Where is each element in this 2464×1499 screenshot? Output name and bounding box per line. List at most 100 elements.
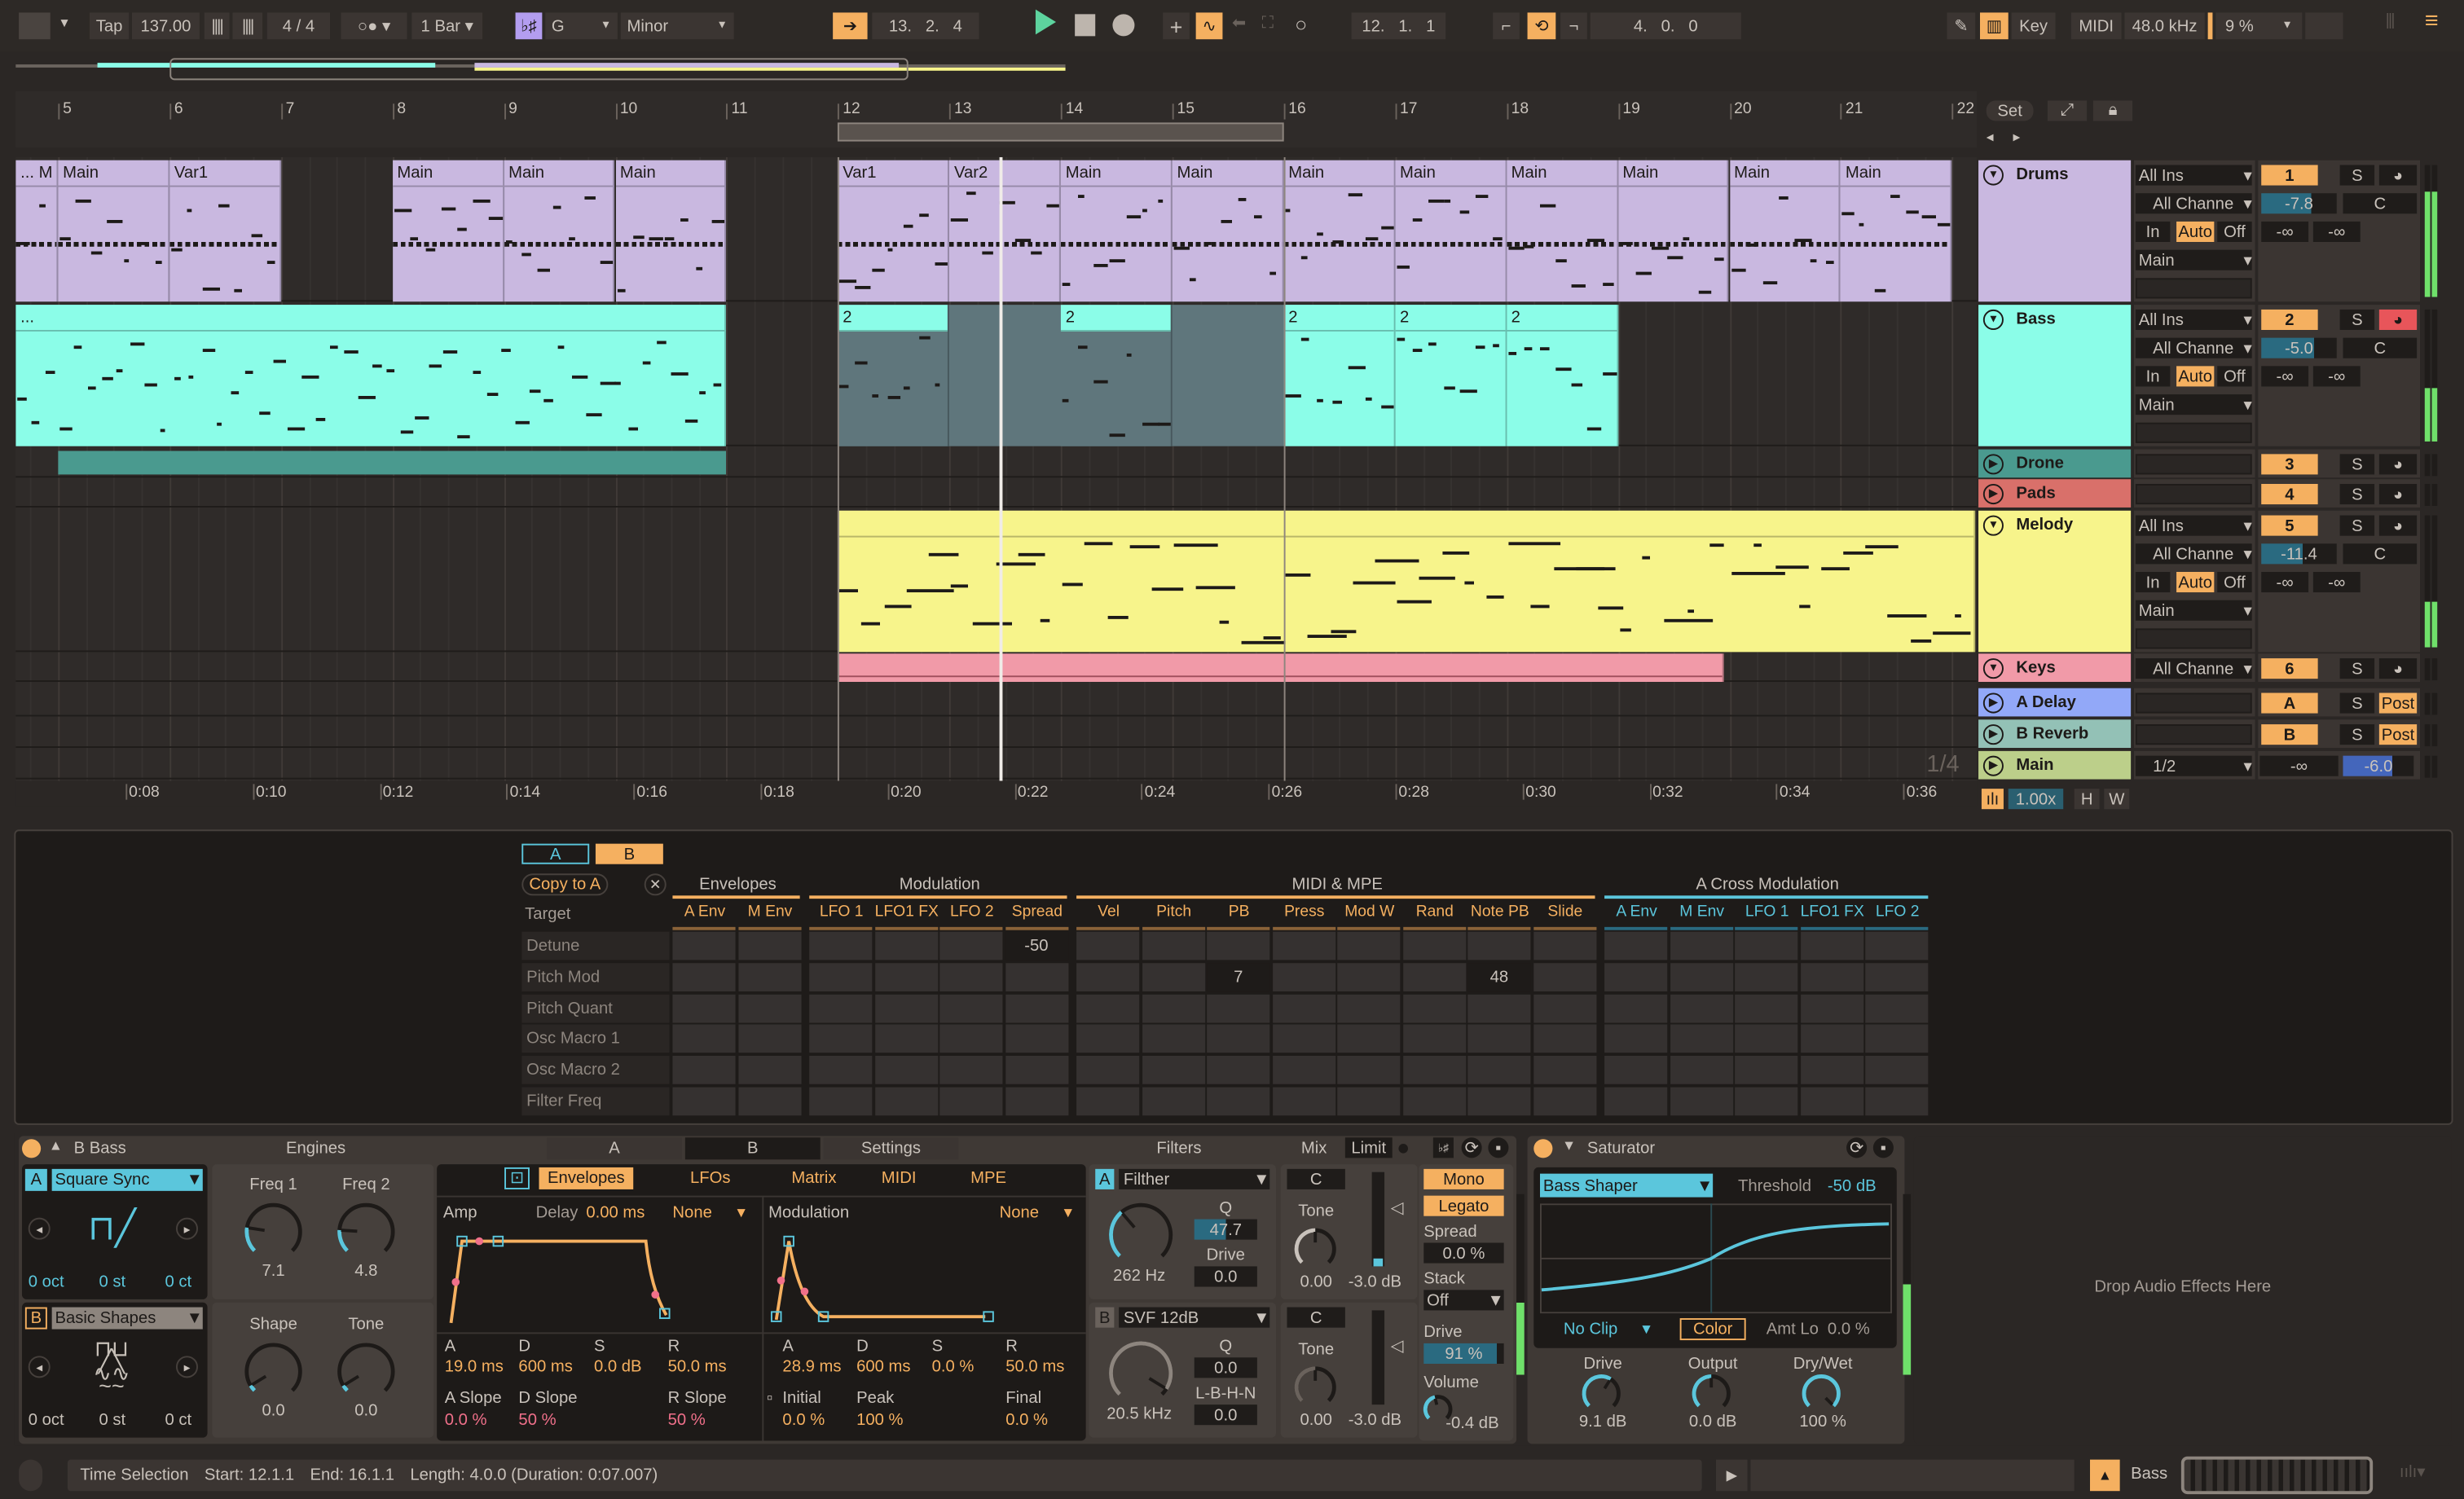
matrix-cell[interactable]: [1337, 931, 1401, 961]
matrix-cell[interactable]: [1533, 1025, 1596, 1053]
matrix-cell[interactable]: [1670, 994, 1733, 1022]
matrix-cell[interactable]: [1670, 962, 1733, 991]
volume-field[interactable]: -11.4: [2261, 543, 2337, 565]
pan-field[interactable]: C: [2343, 337, 2418, 358]
amp-trigger-dropdown[interactable]: None: [672, 1203, 711, 1222]
threshold-value[interactable]: -50 dB: [1828, 1176, 1877, 1195]
filter-frequency-knob[interactable]: [1108, 1340, 1174, 1406]
matrix-cell[interactable]: [809, 1087, 873, 1116]
matrix-source-header[interactable]: LFO1 FX: [1800, 903, 1864, 921]
matrix-cell[interactable]: [1076, 994, 1140, 1022]
matrix-cell[interactable]: [737, 1087, 801, 1116]
matrix-cell[interactable]: [1272, 962, 1335, 991]
matrix-cell[interactable]: [1207, 994, 1270, 1022]
output-dropdown[interactable]: Main ▾: [2135, 394, 2252, 415]
osc-a-toggle[interactable]: A: [24, 1168, 47, 1191]
env-param-value[interactable]: 19.0 ms: [445, 1357, 504, 1376]
matrix-cell[interactable]: [1670, 931, 1733, 961]
matrix-cell[interactable]: [939, 931, 1003, 961]
clip[interactable]: ... M: [15, 160, 59, 302]
fold-device-icon[interactable]: ▼: [1562, 1137, 1576, 1153]
next-locator-icon[interactable]: ▸: [2013, 129, 2020, 146]
clip[interactable]: Main: [1506, 160, 1618, 302]
monitor-auto[interactable]: Auto: [2176, 571, 2215, 593]
knob-freq-2[interactable]: [337, 1202, 396, 1261]
matrix-cell[interactable]: [672, 1056, 736, 1085]
matrix-cell[interactable]: [1402, 994, 1466, 1022]
knob-output[interactable]: [1691, 1374, 1731, 1414]
expand-status-icon[interactable]: ▶: [1715, 1459, 1748, 1492]
nudge-down-button[interactable]: ||||: [204, 12, 230, 40]
clear-matrix-button[interactable]: ✕: [644, 873, 667, 896]
matrix-cell[interactable]: [1272, 931, 1335, 961]
matrix-cell[interactable]: [1533, 962, 1596, 991]
dropdown-arrow-icon[interactable]: ▼: [58, 15, 70, 29]
matrix-source-header[interactable]: Pitch: [1142, 903, 1206, 921]
matrix-cell[interactable]: [939, 1025, 1003, 1053]
matrix-cell[interactable]: [1337, 1056, 1401, 1085]
knob-tone[interactable]: [337, 1342, 396, 1401]
matrix-cell[interactable]: [1142, 994, 1205, 1022]
level-value[interactable]: 0.0 %: [1005, 1411, 1048, 1430]
matrix-source-header[interactable]: LFO 1: [809, 903, 873, 921]
matrix-target-row[interactable]: Filter Freq: [521, 1087, 670, 1116]
key-map-button[interactable]: Key: [2011, 12, 2056, 40]
input-type-dropdown[interactable]: All Ins ▾: [2135, 165, 2252, 186]
pan-field[interactable]: C: [1287, 1168, 1345, 1189]
midi-map-button[interactable]: MIDI: [2070, 12, 2122, 40]
mod-trigger-dropdown[interactable]: None: [1000, 1203, 1039, 1222]
matrix-cell[interactable]: [1076, 1087, 1140, 1116]
cue-volume[interactable]: -∞: [2259, 755, 2339, 776]
matrix-cell[interactable]: [874, 1025, 938, 1053]
matrix-source-header[interactable]: Mod W: [1337, 903, 1401, 921]
output-channel-field[interactable]: [2135, 422, 2252, 443]
matrix-cell[interactable]: [1005, 994, 1068, 1022]
tone-knob[interactable]: [1293, 1227, 1337, 1271]
clip[interactable]: 2: [838, 305, 950, 446]
fold-icon[interactable]: ▼: [1982, 165, 2004, 186]
loop-brace[interactable]: [838, 122, 1284, 142]
monitor-off[interactable]: Off: [2217, 366, 2252, 387]
song-position-field[interactable]: 13. 2. 4: [872, 12, 979, 40]
io-empty-field[interactable]: [2135, 454, 2252, 475]
track-header-pads[interactable]: ▶ Pads: [1978, 479, 2132, 508]
matrix-tab-a[interactable]: A: [521, 843, 590, 864]
matrix-cell[interactable]: [1604, 1056, 1668, 1085]
clip-mode-dropdown[interactable]: No Clip: [1564, 1320, 1617, 1339]
clip[interactable]: Main: [1841, 160, 1952, 302]
envelope-link-icon[interactable]: ⊡: [504, 1167, 530, 1189]
capture-icon[interactable]: ⛶: [1262, 14, 1274, 34]
track-activator-button[interactable]: 3: [2261, 454, 2318, 475]
send-a-field[interactable]: -∞: [2261, 221, 2309, 242]
pan-field[interactable]: C: [1287, 1307, 1345, 1328]
matrix-cell[interactable]: 7: [1207, 962, 1270, 991]
width-toggle-button[interactable]: W: [2104, 789, 2130, 810]
height-toggle-button[interactable]: H: [2074, 789, 2100, 810]
matrix-target-row[interactable]: Osc Macro 2: [521, 1056, 670, 1085]
back-to-arrangement-icon[interactable]: ⬅: [1232, 14, 1246, 33]
matrix-cell[interactable]: [1800, 1025, 1863, 1053]
pan-field[interactable]: C: [2343, 543, 2418, 565]
input-channel-dropdown[interactable]: All Channe ▾: [2135, 337, 2252, 358]
next-wave-icon[interactable]: ▸: [175, 1356, 198, 1378]
knob-dry-wet[interactable]: [1801, 1374, 1841, 1414]
matrix-cell[interactable]: [1604, 1025, 1668, 1053]
matrix-cell[interactable]: [1800, 1056, 1863, 1085]
matrix-cell[interactable]: [874, 1087, 938, 1116]
matrix-source-header[interactable]: LFO 2: [939, 903, 1004, 921]
knob-shape[interactable]: [244, 1342, 303, 1401]
matrix-target-row[interactable]: Pitch Mod: [521, 962, 670, 991]
volume-field[interactable]: -5.0: [2261, 337, 2337, 358]
drive-field[interactable]: 91 %: [1423, 1343, 1504, 1364]
tempo-field[interactable]: 137.00: [131, 12, 200, 40]
solo-button[interactable]: S: [2339, 724, 2375, 745]
record-icon[interactable]: [1112, 14, 1135, 37]
matrix-source-header[interactable]: LFO1 FX: [874, 903, 939, 921]
matrix-cell[interactable]: [1800, 994, 1863, 1022]
env-param-value[interactable]: 0.0 dB: [594, 1357, 642, 1376]
clip[interactable]: [838, 653, 1724, 682]
tone-knob[interactable]: [1293, 1365, 1337, 1409]
filter-param-field[interactable]: 0.0: [1194, 1266, 1257, 1287]
matrix-cell[interactable]: [1207, 1056, 1270, 1085]
env-param-value[interactable]: 28.9 ms: [782, 1357, 841, 1376]
